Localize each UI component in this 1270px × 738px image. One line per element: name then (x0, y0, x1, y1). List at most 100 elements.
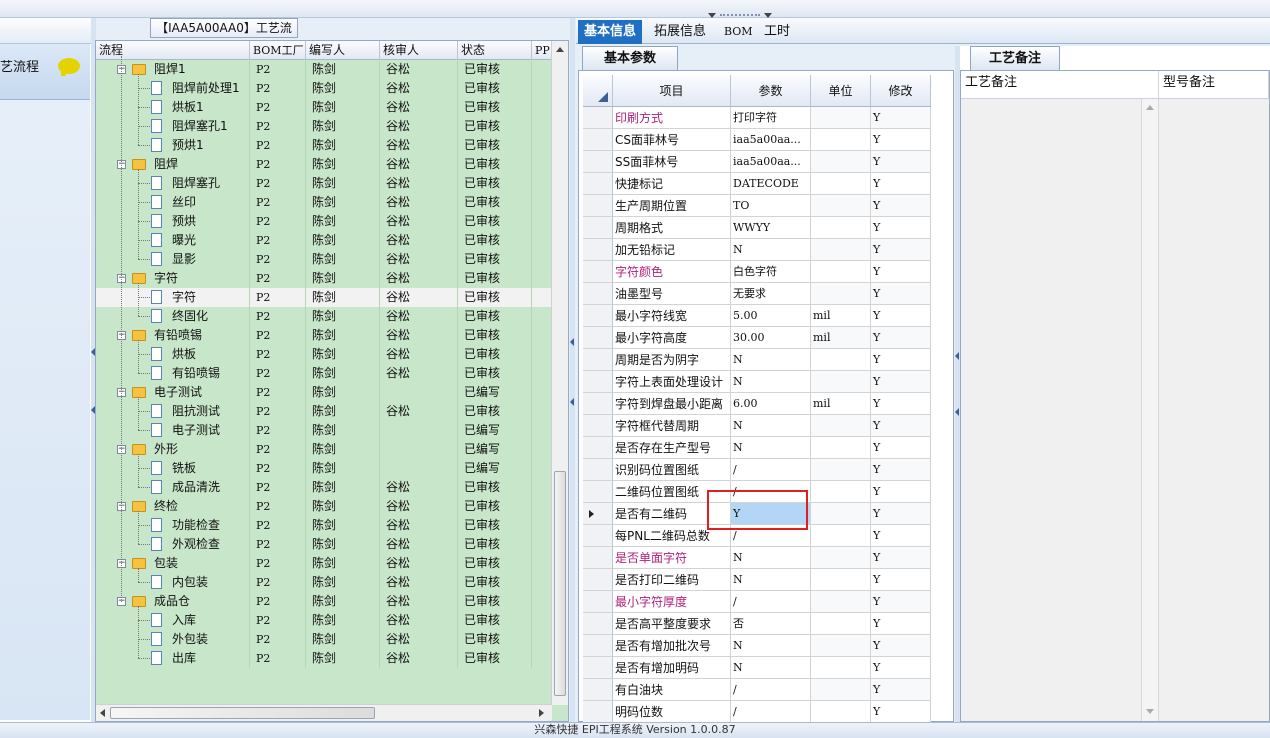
tree-node[interactable]: − 阻焊1 (96, 60, 250, 79)
tree-row[interactable]: 外包装 P2 陈剑 谷松 已审核 (96, 630, 552, 649)
tree-row[interactable]: − 阻焊 P2 陈剑 谷松 已审核 (96, 155, 552, 174)
tree-node[interactable]: 入库 (96, 611, 250, 630)
tree-row[interactable]: 曝光 P2 陈剑 谷松 已审核 (96, 231, 552, 250)
param-value-cell[interactable]: N (731, 239, 811, 261)
tree-node[interactable]: − 阻焊 (96, 155, 250, 174)
param-value-cell[interactable]: / (731, 591, 811, 613)
grid-corner[interactable] (583, 75, 613, 107)
param-row[interactable]: 印刷方式 打印字符 Y (583, 107, 933, 129)
tree-node[interactable]: 阻焊前处理1 (96, 79, 250, 98)
param-value-cell[interactable]: / (731, 701, 811, 723)
tab-basic-info[interactable]: 基本信息 (578, 20, 643, 44)
param-value-cell[interactable]: 5.00 (731, 305, 811, 327)
tree-row[interactable]: 终固化 P2 陈剑 谷松 已审核 (96, 307, 552, 326)
tree-row[interactable]: − 字符 P2 陈剑 谷松 已审核 (96, 269, 552, 288)
tree-node[interactable]: 烘板1 (96, 98, 250, 117)
param-row[interactable]: 字符上表面处理设计 N Y (583, 371, 933, 393)
tree-node[interactable]: 铣板 (96, 459, 250, 478)
param-value-cell[interactable]: N (731, 547, 811, 569)
tree-node[interactable]: 字符 (96, 288, 250, 307)
tree-node[interactable]: 预烘1 (96, 136, 250, 155)
tree-row[interactable]: − 阻焊1 P2 陈剑 谷松 已审核 (96, 60, 552, 79)
param-row[interactable]: 是否有增加批次号 N Y (583, 635, 933, 657)
param-value-cell[interactable]: N (731, 657, 811, 679)
tree-node[interactable]: − 包装 (96, 554, 250, 573)
param-value-cell[interactable]: DATECODE (731, 173, 811, 195)
param-value-cell[interactable]: 30.00 (731, 327, 811, 349)
tree-row[interactable]: 丝印 P2 陈剑 谷松 已审核 (96, 193, 552, 212)
param-row[interactable]: 明码位数 / Y (583, 701, 933, 723)
tree-node[interactable]: − 有铅喷锡 (96, 326, 250, 345)
row-indicator[interactable] (583, 635, 613, 657)
tree-row[interactable]: − 外形 P2 陈剑 已编写 (96, 440, 552, 459)
row-indicator[interactable] (583, 327, 613, 349)
tree-col-header[interactable]: 编写人 (306, 41, 380, 60)
scroll-thumb[interactable] (110, 707, 375, 719)
tree-row[interactable]: − 成品仓 P2 陈剑 谷松 已审核 (96, 592, 552, 611)
row-indicator[interactable] (583, 701, 613, 723)
tree-row[interactable]: 烘板1 P2 陈剑 谷松 已审核 (96, 98, 552, 117)
tree-row[interactable]: 内包装 P2 陈剑 谷松 已审核 (96, 573, 552, 592)
param-row[interactable]: 识别码位置图纸 / Y (583, 459, 933, 481)
tree-row[interactable]: 铣板 P2 陈剑 已编写 (96, 459, 552, 478)
param-row[interactable]: CS面菲林号 iaa5a00aa... Y (583, 129, 933, 151)
tree-node[interactable]: − 字符 (96, 269, 250, 288)
tree-row[interactable]: 成品清洗 P2 陈剑 谷松 已审核 (96, 478, 552, 497)
param-value-cell[interactable]: iaa5a00aa... (731, 151, 811, 173)
grid-col-header[interactable]: 单位 (811, 75, 871, 107)
scroll-up-icon[interactable] (556, 47, 564, 52)
param-row[interactable]: 是否有增加明码 N Y (583, 657, 933, 679)
grid-col-header[interactable]: 项目 (613, 75, 731, 107)
param-row[interactable]: 字符框代替周期 N Y (583, 415, 933, 437)
row-indicator[interactable] (583, 415, 613, 437)
tree-row[interactable]: 外观检查 P2 陈剑 谷松 已审核 (96, 535, 552, 554)
tree-node[interactable]: 功能检查 (96, 516, 250, 535)
tree-node[interactable]: 外观检查 (96, 535, 250, 554)
tree-node[interactable]: 出库 (96, 649, 250, 668)
tree-node[interactable]: 阻抗测试 (96, 402, 250, 421)
tree-row[interactable]: 阻抗测试 P2 陈剑 谷松 已审核 (96, 402, 552, 421)
scroll-thumb[interactable] (554, 471, 566, 696)
select-all-icon[interactable] (598, 92, 608, 102)
row-indicator[interactable] (583, 679, 613, 701)
tree-row[interactable]: 有铅喷锡 P2 陈剑 谷松 已审核 (96, 364, 552, 383)
splitter-arrow-icon[interactable] (570, 338, 574, 346)
tree-horizontal-scrollbar[interactable] (96, 704, 552, 721)
param-value-cell[interactable]: WWYY (731, 217, 811, 239)
param-value-cell[interactable]: N (731, 349, 811, 371)
tree-row[interactable]: − 电子测试 P2 陈剑 已编写 (96, 383, 552, 402)
tab-bom[interactable]: BOM (718, 20, 759, 44)
tree-row[interactable]: 字符 P2 陈剑 谷松 已审核 (96, 288, 552, 307)
row-indicator[interactable] (583, 173, 613, 195)
row-indicator[interactable] (583, 217, 613, 239)
tree-row[interactable]: 阻焊塞孔1 P2 陈剑 谷松 已审核 (96, 117, 552, 136)
row-indicator[interactable] (583, 349, 613, 371)
tree-vertical-scrollbar[interactable] (551, 41, 568, 705)
row-indicator[interactable] (583, 503, 613, 525)
param-value-cell[interactable]: N (731, 371, 811, 393)
param-row[interactable]: 生产周期位置 TO Y (583, 195, 933, 217)
param-row[interactable]: 字符颜色 白色字符 Y (583, 261, 933, 283)
param-value-cell[interactable]: 否 (731, 613, 811, 635)
tree-node[interactable]: 内包装 (96, 573, 250, 592)
tree-row[interactable]: 烘板 P2 陈剑 谷松 已审核 (96, 345, 552, 364)
tree-node[interactable]: 阻焊塞孔1 (96, 117, 250, 136)
grip-handle[interactable] (720, 14, 760, 16)
scroll-down-icon[interactable] (1146, 709, 1154, 714)
row-indicator[interactable] (583, 151, 613, 173)
scroll-right-icon[interactable] (539, 709, 544, 717)
param-row[interactable]: 最小字符高度 30.00 mil Y (583, 327, 933, 349)
tree-col-header[interactable]: 核审人 (380, 41, 458, 60)
param-row[interactable]: 最小字符线宽 5.00 mil Y (583, 305, 933, 327)
row-indicator[interactable] (583, 305, 613, 327)
param-row[interactable]: 是否存在生产型号 N Y (583, 437, 933, 459)
row-indicator[interactable] (583, 107, 613, 129)
row-indicator[interactable] (583, 525, 613, 547)
tree-node[interactable]: 成品清洗 (96, 478, 250, 497)
tree-row[interactable]: 预烘1 P2 陈剑 谷松 已审核 (96, 136, 552, 155)
param-value-cell[interactable]: / (731, 679, 811, 701)
tree-node[interactable]: 有铅喷锡 (96, 364, 250, 383)
grid-col-header[interactable]: 参数 (731, 75, 811, 107)
tree-node[interactable]: 显影 (96, 250, 250, 269)
param-row[interactable]: 油墨型号 无要求 Y (583, 283, 933, 305)
